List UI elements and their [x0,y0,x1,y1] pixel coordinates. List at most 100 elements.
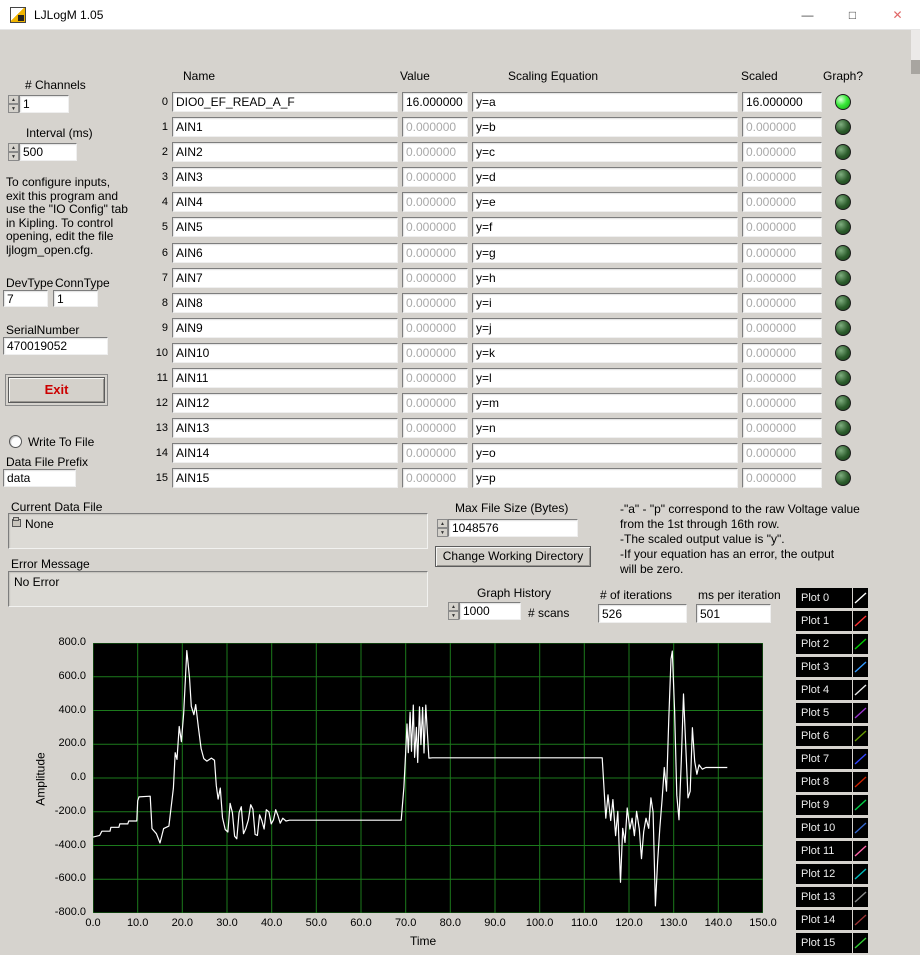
x-tick-label: 90.0 [484,917,506,929]
scaling-equation-input[interactable] [472,342,738,363]
increment-icon[interactable]: ▲ [448,602,459,611]
close-button[interactable]: ✕ [875,0,920,30]
scaling-equation-input[interactable] [472,242,738,263]
legend-item[interactable]: Plot 10 [796,818,868,838]
legend-item[interactable]: Plot 0 [796,588,868,608]
graph-history-spinner[interactable]: ▲ ▼ [448,602,459,620]
channel-name-input[interactable] [172,443,398,464]
channel-name-input[interactable] [172,342,398,363]
scaled-indicator [742,267,822,288]
scaling-equation-input[interactable] [472,393,738,414]
scans-label: # scans [528,606,570,620]
graph-led[interactable] [835,244,851,261]
interval-input[interactable] [19,143,77,161]
graph-led[interactable] [835,119,851,136]
legend-item[interactable]: Plot 7 [796,749,868,769]
channel-name-input[interactable] [172,393,398,414]
channel-name-input[interactable] [172,317,398,338]
scaling-equation-input[interactable] [472,418,738,439]
scaling-equation-input[interactable] [472,192,738,213]
channel-name-input[interactable] [172,167,398,188]
channel-name-input[interactable] [172,217,398,238]
graph-history-input[interactable] [459,602,521,620]
legend-item[interactable]: Plot 3 [796,657,868,677]
decrement-icon[interactable]: ▼ [437,528,448,537]
scaling-equation-input[interactable] [472,167,738,188]
conntype-input[interactable] [53,290,98,307]
channel-name-input[interactable] [172,242,398,263]
legend-item[interactable]: Plot 8 [796,772,868,792]
graph-led[interactable] [835,219,851,236]
scaling-equation-input[interactable] [472,142,738,163]
channel-name-input[interactable] [172,418,398,439]
graph-led[interactable] [835,420,851,437]
scaled-indicator [742,292,822,313]
channel-name-input[interactable] [172,368,398,389]
channel-name-input[interactable] [172,292,398,313]
scaling-equation-input[interactable] [472,368,738,389]
scaling-equation-input[interactable] [472,92,738,112]
serialnumber-input[interactable] [3,337,108,355]
channel-name-input[interactable] [172,142,398,163]
scaling-equation-input[interactable] [472,292,738,313]
scaling-equation-input[interactable] [472,468,738,489]
maximize-button[interactable]: □ [830,0,875,30]
legend-label: Plot 7 [796,749,852,769]
max-file-size-spinner[interactable]: ▲ ▼ [437,519,448,537]
x-tick-label: 100.0 [525,917,554,929]
graph-led[interactable] [835,470,851,487]
legend-item[interactable]: Plot 11 [796,841,868,861]
increment-icon[interactable]: ▲ [437,519,448,528]
graph-led[interactable] [835,194,851,211]
channel-name-input[interactable] [172,468,398,489]
write-to-file-radio[interactable] [9,435,22,448]
scrollbar-thumb[interactable] [911,60,920,74]
legend-item[interactable]: Plot 14 [796,910,868,930]
graph-led[interactable] [835,370,851,387]
graph-led[interactable] [835,94,851,110]
max-file-size-input[interactable] [448,519,578,537]
scaling-equation-input[interactable] [472,443,738,464]
path-browse-icon[interactable] [12,517,21,527]
channel-name-input[interactable] [172,92,398,112]
channels-input[interactable] [19,95,69,113]
minimize-button[interactable]: — [785,0,830,30]
channels-spinner[interactable]: ▲ ▼ [8,95,19,113]
scaled-indicator [742,342,822,363]
graph-led[interactable] [835,395,851,412]
data-file-prefix-input[interactable] [3,469,76,487]
legend-item[interactable]: Plot 12 [796,864,868,884]
scrollbar-track[interactable] [911,30,920,74]
decrement-icon[interactable]: ▼ [8,152,19,161]
graph-led[interactable] [835,294,851,311]
interval-spinner[interactable]: ▲ ▼ [8,143,19,161]
graph-led[interactable] [835,445,851,462]
increment-icon[interactable]: ▲ [8,143,19,152]
increment-icon[interactable]: ▲ [8,95,19,104]
legend-item[interactable]: Plot 9 [796,795,868,815]
decrement-icon[interactable]: ▼ [448,611,459,620]
scaling-equation-input[interactable] [472,117,738,138]
exit-button[interactable]: Exit [5,374,108,406]
legend-item[interactable]: Plot 1 [796,611,868,631]
graph-led[interactable] [835,319,851,336]
legend-item[interactable]: Plot 6 [796,726,868,746]
graph-led[interactable] [835,144,851,161]
channel-name-input[interactable] [172,192,398,213]
decrement-icon[interactable]: ▼ [8,104,19,113]
legend-item[interactable]: Plot 15 [796,933,868,953]
graph-led[interactable] [835,344,851,361]
legend-item[interactable]: Plot 5 [796,703,868,723]
devtype-input[interactable] [3,290,48,307]
scaling-equation-input[interactable] [472,267,738,288]
graph-led[interactable] [835,169,851,186]
legend-item[interactable]: Plot 2 [796,634,868,654]
channel-name-input[interactable] [172,117,398,138]
legend-item[interactable]: Plot 13 [796,887,868,907]
scaling-equation-input[interactable] [472,317,738,338]
change-working-directory-button[interactable]: Change Working Directory [435,546,591,567]
channel-name-input[interactable] [172,267,398,288]
graph-led[interactable] [835,269,851,286]
legend-item[interactable]: Plot 4 [796,680,868,700]
scaling-equation-input[interactable] [472,217,738,238]
